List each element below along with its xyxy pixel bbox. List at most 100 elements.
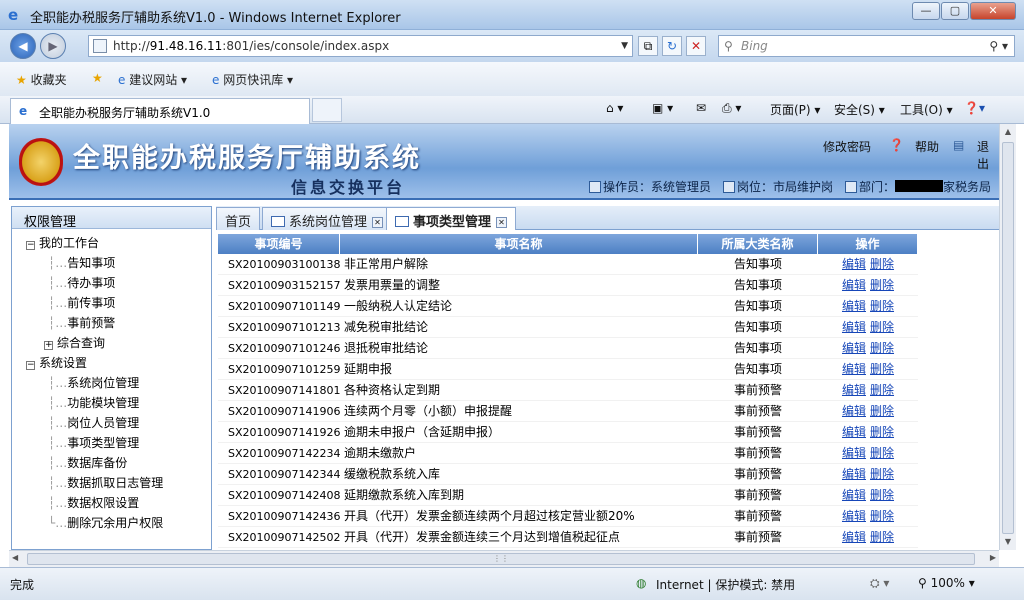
add-favorite-icon[interactable]: ★ [92,71,103,85]
tree-item-data-perm[interactable]: ┆…数据权限设置 [26,493,211,513]
maximize-button[interactable]: ▢ [941,2,969,20]
tree-item-remove-perm[interactable]: └…删除冗余用户权限 [26,513,211,533]
tax-emblem-icon [19,138,63,186]
page-menu[interactable]: 页面(P) ▾ [770,101,820,118]
delete-link[interactable]: 删除 [870,509,894,523]
tree-item-fetch-log[interactable]: ┆…数据抓取日志管理 [26,473,211,493]
edit-link[interactable]: 编辑 [842,530,866,544]
new-tab-button[interactable] [312,98,342,122]
delete-link[interactable]: 删除 [870,488,894,502]
minimize-button[interactable]: — [912,2,940,20]
tree-item-db-backup[interactable]: ┆…数据库备份 [26,453,211,473]
home-icon[interactable]: ⌂ ▾ [606,101,623,115]
scroll-thumb[interactable] [1002,142,1014,534]
close-button[interactable]: ✕ [970,2,1016,20]
address-dropdown-icon[interactable]: ▼ [621,36,628,56]
col-category[interactable]: 所属大类名称 [698,234,818,254]
tab-type-mgmt[interactable]: 事项类型管理 ✕ [386,207,517,230]
zoom-control[interactable]: ⚲ 100% ▾ [918,576,975,590]
safety-menu[interactable]: 安全(S) ▾ [834,101,885,118]
tab-close-icon[interactable]: ✕ [372,217,384,228]
tree-item-prewarning[interactable]: ┆…事前预警 [26,313,211,333]
fav-link-suggested[interactable]: e 建议网站 ▾ [118,71,187,88]
search-input[interactable]: ⚲ Bing ⚲ ▾ [718,35,1015,57]
tree-item-forward[interactable]: ┆…前传事项 [26,293,211,313]
cell-actions: 编辑 删除 [818,485,918,505]
search-icon[interactable]: ⚲ ▾ [989,36,1008,56]
scroll-up-icon[interactable]: ▲ [1000,124,1016,140]
tab-home[interactable]: 首页 [216,207,261,230]
print-icon[interactable]: ⎙ ▾ [722,101,741,116]
delete-link[interactable]: 删除 [870,530,894,544]
collapse-icon[interactable]: − [26,241,35,250]
logout-link[interactable]: 退出 [977,138,999,172]
edit-link[interactable]: 编辑 [842,362,866,376]
edit-link[interactable]: 编辑 [842,488,866,502]
favorites-button[interactable]: ★ 收藏夹 [16,71,67,88]
hscroll-thumb[interactable]: ⋮⋮ [27,553,975,565]
delete-link[interactable]: 删除 [870,362,894,376]
forward-button[interactable]: ▶ [40,33,66,59]
edit-link[interactable]: 编辑 [842,446,866,460]
tree-node-workbench[interactable]: − 我的工作台 [26,233,211,253]
horizontal-scrollbar[interactable]: ◀ ⋮⋮ ▶ [9,550,999,567]
browser-tab-active[interactable]: e 全职能办税服务厅辅助系统V1.0 [10,98,310,124]
edit-link[interactable]: 编辑 [842,383,866,397]
delete-link[interactable]: 删除 [870,467,894,481]
edit-link[interactable]: 编辑 [842,467,866,481]
delete-link[interactable]: 删除 [870,404,894,418]
address-field[interactable]: http://91.48.16.11:801/ies/console/index… [88,35,633,57]
tree-item-type-mgmt[interactable]: ┆…事项类型管理 [26,433,211,453]
stop-icon[interactable]: ✕ [686,36,706,56]
tree-item-todo[interactable]: ┆…待办事项 [26,273,211,293]
back-button[interactable]: ◀ [10,33,36,59]
tree-item-staff-mgmt[interactable]: ┆…岗位人员管理 [26,413,211,433]
delete-link[interactable]: 删除 [870,299,894,313]
window-icon [395,216,409,227]
edit-link[interactable]: 编辑 [842,257,866,271]
delete-link[interactable]: 删除 [870,446,894,460]
edit-link[interactable]: 编辑 [842,278,866,292]
tab-post-mgmt[interactable]: 系统岗位管理 ✕ [262,207,393,230]
delete-link[interactable]: 删除 [870,278,894,292]
tree-node-query[interactable]: + 综合查询 [26,333,211,353]
delete-link[interactable]: 删除 [870,383,894,397]
edit-link[interactable]: 编辑 [842,404,866,418]
tree-item-notice[interactable]: ┆…告知事项 [26,253,211,273]
mail-icon[interactable]: ✉ [696,101,706,115]
col-action[interactable]: 操作 [818,234,918,254]
edit-link[interactable]: 编辑 [842,299,866,313]
tools-menu[interactable]: 工具(O) ▾ [900,101,953,118]
help-menu-icon[interactable]: ❓▾ [964,101,985,115]
tree-item-post-mgmt[interactable]: ┆…系统岗位管理 [26,373,211,393]
edit-link[interactable]: 编辑 [842,341,866,355]
tree-item-module-mgmt[interactable]: ┆…功能模块管理 [26,393,211,413]
delete-link[interactable]: 删除 [870,320,894,334]
tab-close-icon[interactable]: ✕ [496,217,508,228]
vertical-scrollbar[interactable]: ▲ ▼ [999,124,1016,550]
delete-link[interactable]: 删除 [870,257,894,271]
col-name[interactable]: 事项名称 [340,234,698,254]
compatibility-icon[interactable]: ⧉ [638,36,658,56]
tree-node-settings[interactable]: − 系统设置 [26,353,211,373]
change-password-link[interactable]: 修改密码 [823,138,871,155]
col-code[interactable]: 事项编号 [218,234,340,254]
fav-link-webslice[interactable]: e 网页快讯库 ▾ [212,71,293,88]
refresh-icon[interactable]: ↻ [662,36,682,56]
nav-tree: − 我的工作台 ┆…告知事项 ┆…待办事项 ┆…前传事项 ┆…事前预警 + 综合查询… [12,229,211,533]
scroll-right-icon[interactable]: ▶ [990,553,996,562]
help-link[interactable]: 帮助 [915,138,939,155]
table-row: SX20100907141801 各种资格认定到期 事前预警 编辑 删除 [218,380,918,401]
edit-link[interactable]: 编辑 [842,425,866,439]
scroll-down-icon[interactable]: ▼ [1000,534,1016,550]
expand-icon[interactable]: + [44,341,53,350]
scroll-left-icon[interactable]: ◀ [12,553,18,562]
zone-text[interactable]: Internet | 保护模式: 禁用 [656,576,795,593]
delete-link[interactable]: 删除 [870,425,894,439]
edit-link[interactable]: 编辑 [842,320,866,334]
collapse-icon[interactable]: − [26,361,35,370]
delete-link[interactable]: 删除 [870,341,894,355]
feeds-icon[interactable]: ▣ ▾ [652,101,673,115]
protected-mode-icon[interactable]: ⛭ ▾ [870,576,889,591]
edit-link[interactable]: 编辑 [842,509,866,523]
